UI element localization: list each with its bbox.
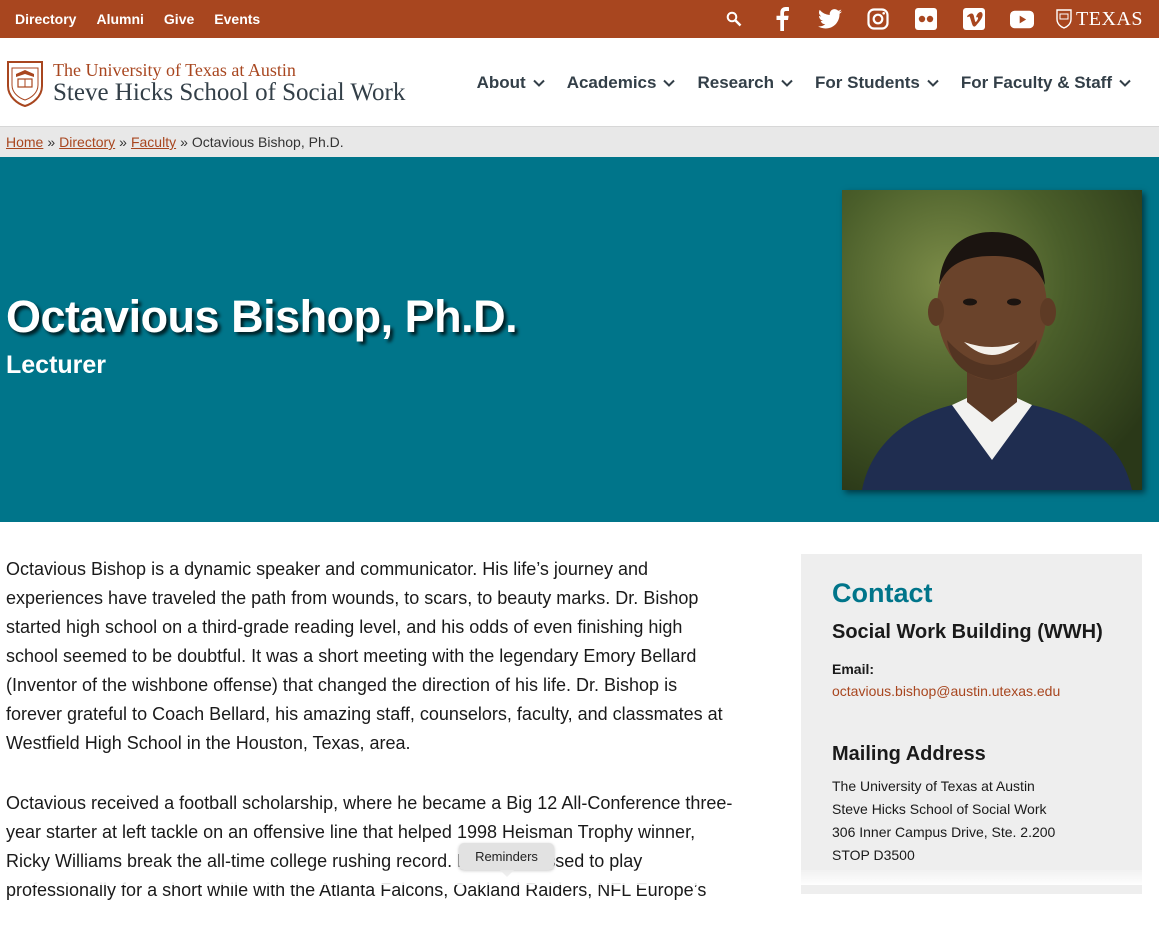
address-line: STOP D3500 (832, 847, 915, 863)
nav-research[interactable]: Research (697, 73, 793, 93)
flickr-icon[interactable] (914, 7, 938, 31)
directory-link[interactable]: Directory (15, 11, 76, 27)
utility-links: Directory Alumni Give Events (15, 11, 280, 27)
email-link[interactable]: octavious.bishop@austin.utexas.edu (832, 683, 1111, 699)
site-header: The University of Texas at Austin Steve … (0, 38, 1159, 127)
search-icon[interactable] (722, 7, 746, 31)
nav-label: For Faculty & Staff (960, 72, 1112, 92)
nav-label: Research (697, 72, 775, 92)
social-icons: TEXAS (722, 0, 1143, 38)
breadcrumb-directory[interactable]: Directory (59, 134, 115, 150)
mailing-address-heading: Mailing Address (832, 743, 986, 765)
profile-role: Lecturer (6, 351, 107, 379)
brand-text: The University of Texas at Austin Steve … (53, 61, 405, 107)
contact-card: Contact Social Work Building (WWH) Email… (801, 554, 1142, 894)
breadcrumb: Home » Directory » Faculty » Octavious B… (0, 127, 1159, 157)
bio-paragraph: Octavious received a football scholarshi… (6, 793, 733, 900)
site-logo[interactable]: The University of Texas at Austin Steve … (6, 60, 405, 108)
contact-heading: Contact (832, 578, 933, 608)
breadcrumb-separator: » (180, 134, 188, 150)
nav-label: About (476, 72, 526, 92)
nav-for-students[interactable]: For Students (815, 73, 939, 93)
alumni-link[interactable]: Alumni (96, 11, 143, 27)
portrait-image (842, 190, 1142, 490)
texas-logo[interactable]: TEXAS (1056, 8, 1143, 31)
building-name: Social Work Building (WWH) (832, 621, 1103, 643)
profile-hero: Octavious Bishop, Ph.D. Lecturer (0, 157, 1159, 522)
twitter-icon[interactable] (818, 7, 843, 31)
facebook-icon[interactable] (770, 7, 794, 31)
breadcrumb-current: Octavious Bishop, Ph.D. (191, 134, 344, 150)
main-nav: About Academics Research For Students Fo… (455, 38, 1131, 127)
school-name: Steve Hicks School of Social Work (53, 79, 406, 106)
university-name: The University of Texas at Austin (53, 60, 296, 80)
nav-label: For Students (815, 72, 920, 92)
vimeo-icon[interactable] (962, 7, 986, 31)
profile-photo (842, 190, 1142, 490)
chevron-down-icon (532, 79, 545, 87)
email-label: Email: (832, 661, 875, 677)
nav-for-faculty-staff[interactable]: For Faculty & Staff (961, 73, 1131, 93)
reminders-tooltip: Reminders (459, 843, 554, 877)
nav-label: Academics (566, 72, 657, 92)
top-utility-bar: Directory Alumni Give Events TEXAS (0, 0, 1159, 38)
bottom-fade (0, 870, 1159, 885)
events-link[interactable]: Events (214, 11, 260, 27)
chevron-down-icon (663, 79, 676, 87)
youtube-icon[interactable] (1010, 7, 1035, 31)
address-line: Steve Hicks School of Social Work (832, 801, 1047, 817)
chevron-down-icon (927, 79, 939, 87)
texas-shield-icon (1056, 9, 1072, 29)
nav-academics[interactable]: Academics (567, 73, 676, 93)
give-link[interactable]: Give (164, 11, 194, 27)
page-title: Octavious Bishop, Ph.D. (6, 291, 518, 342)
address-line: The University of Texas at Austin (832, 778, 1035, 794)
instagram-icon[interactable] (866, 7, 890, 31)
breadcrumb-faculty[interactable]: Faculty (131, 134, 176, 150)
breadcrumb-separator: » (47, 134, 56, 150)
address-line: 306 Inner Campus Drive, Ste. 2.200 (832, 824, 1056, 840)
ut-seal-icon (7, 61, 43, 108)
bio-paragraph: Octavious Bishop is a dynamic speaker an… (6, 559, 723, 753)
nav-about[interactable]: About (477, 73, 545, 93)
breadcrumb-separator: » (119, 134, 127, 150)
mailing-address: The University of Texas at Austin Steve … (832, 775, 1111, 867)
chevron-down-icon (1119, 79, 1131, 87)
breadcrumb-home[interactable]: Home (6, 134, 43, 150)
texas-wordmark: TEXAS (1076, 7, 1143, 30)
chevron-down-icon (781, 79, 793, 87)
